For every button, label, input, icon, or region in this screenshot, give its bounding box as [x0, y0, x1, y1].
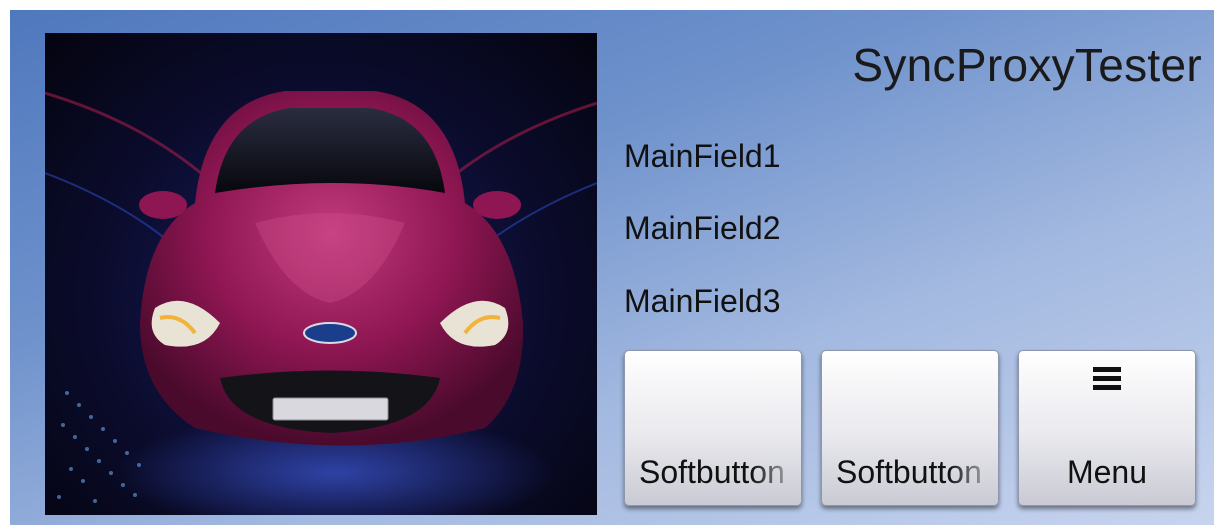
main-field-1: MainField1: [624, 138, 781, 174]
softbutton-2-label: Softbutton: [836, 454, 982, 490]
menu-button[interactable]: Menu: [1018, 350, 1196, 506]
main-field-3: MainField3: [624, 283, 781, 319]
softbutton-1-label: Softbutton: [639, 454, 785, 490]
menu-icon: [1093, 367, 1121, 394]
softbutton-1[interactable]: Softbutton: [624, 350, 802, 506]
main-field-2: MainField2: [624, 210, 781, 246]
primary-graphic: [45, 33, 597, 515]
softbutton-2[interactable]: Softbutton: [821, 350, 999, 506]
app-title: SyncProxyTester: [852, 39, 1202, 91]
menu-button-label: Menu: [1066, 454, 1148, 490]
hmi-screen: SyncProxyTester MainField1 MainField2 Ma…: [10, 10, 1214, 525]
car-image: [45, 91, 597, 515]
